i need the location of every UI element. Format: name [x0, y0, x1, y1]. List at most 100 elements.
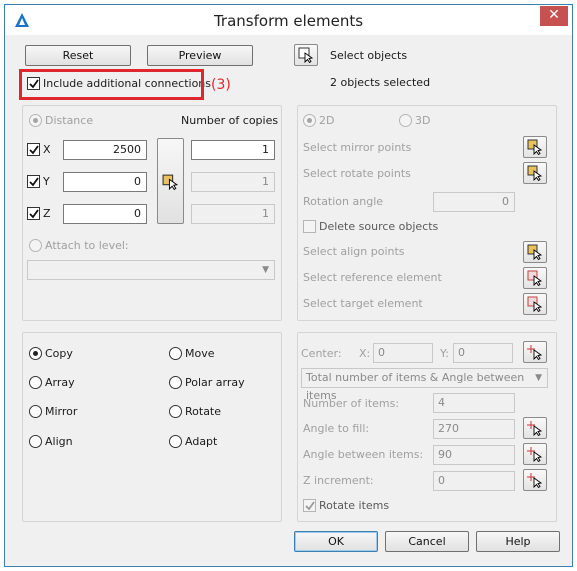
rotate-label: Rotate	[185, 405, 222, 418]
center-x-input[interactable]: 0	[373, 343, 433, 363]
transform-elements-dialog: Transform elements ✕ Reset Preview Selec…	[4, 4, 573, 567]
window-title: Transform elements	[213, 12, 364, 30]
angle-to-fill-input[interactable]: 270	[433, 419, 515, 439]
annotation-number: (3)	[211, 77, 231, 93]
checkmark-icon	[29, 209, 39, 219]
attach-to-level-radio[interactable]	[29, 239, 42, 252]
attach-level-select[interactable]: ▼	[27, 260, 275, 280]
z-increment-label: Z increment:	[303, 474, 374, 487]
x-distance-input[interactable]: 2500	[63, 140, 147, 160]
rotation-angle-label: Rotation angle	[303, 195, 384, 208]
angle-to-fill-label: Angle to fill:	[303, 422, 370, 435]
rotate-items-label: Rotate items	[319, 499, 390, 512]
pick-point-icon	[527, 244, 543, 260]
mode-3d-label: 3D	[415, 114, 431, 127]
checkmark-icon	[29, 145, 39, 155]
delete-source-checkbox[interactable]	[303, 220, 316, 233]
mirror-label: Mirror	[45, 405, 78, 418]
mode-2d-label: 2D	[319, 114, 335, 127]
align-label: Align	[45, 435, 73, 448]
reset-button[interactable]: Reset	[25, 45, 131, 66]
chevron-down-icon: ▼	[262, 265, 269, 275]
polar-array-label: Polar array	[185, 376, 245, 389]
distance-label: Distance	[45, 114, 94, 127]
rotate-items-checkbox[interactable]	[303, 499, 316, 512]
crosshair-cursor-icon	[527, 345, 543, 360]
z-distance-input[interactable]: 0	[63, 204, 147, 224]
crosshair-cursor-icon	[527, 473, 543, 488]
select-target-element-label: Select target element	[303, 297, 423, 310]
highlight-box	[19, 69, 204, 100]
adapt-radio[interactable]	[169, 435, 182, 448]
adapt-label: Adapt	[185, 435, 218, 448]
number-of-items-label: Number of items:	[303, 397, 400, 410]
move-radio[interactable]	[169, 347, 182, 360]
polar-mode-select[interactable]: Total number of items & Angle between it…	[301, 368, 548, 402]
chevron-down-icon: ▼	[535, 373, 542, 383]
rotate-radio[interactable]	[169, 405, 182, 418]
y-distance-input[interactable]: 0	[63, 172, 147, 192]
number-of-items-input[interactable]: 4	[433, 393, 515, 413]
x-checkbox[interactable]	[27, 143, 40, 156]
x-label: X	[43, 143, 51, 156]
pick-center-button[interactable]	[523, 341, 547, 363]
array-label: Array	[45, 376, 75, 389]
select-target-element-button[interactable]	[523, 293, 547, 315]
select-align-points-label: Select align points	[303, 245, 405, 258]
center-y-input[interactable]: 0	[453, 343, 513, 363]
pick-element-icon	[527, 296, 543, 312]
mirror-rotate-panel	[297, 105, 557, 321]
crosshair-cursor-icon	[527, 447, 543, 462]
z-label: Z	[43, 207, 51, 220]
crosshair-cursor-icon	[527, 421, 543, 436]
select-reference-element-button[interactable]	[523, 267, 547, 289]
array-radio[interactable]	[29, 376, 42, 389]
delete-source-label: Delete source objects	[319, 220, 439, 233]
y-copies-input[interactable]: 1	[191, 172, 275, 192]
polar-array-radio[interactable]	[169, 376, 182, 389]
number-of-copies-label: Number of copies	[181, 114, 279, 127]
angle-between-items-input[interactable]: 90	[433, 445, 515, 465]
distance-radio[interactable]	[29, 114, 42, 127]
y-checkbox[interactable]	[27, 175, 40, 188]
select-mirror-points-button[interactable]	[523, 136, 547, 158]
pick-angle-between-button[interactable]	[523, 443, 547, 465]
help-button[interactable]: Help	[476, 531, 560, 552]
align-radio[interactable]	[29, 435, 42, 448]
z-copies-input[interactable]: 1	[191, 204, 275, 224]
center-y-label: Y:	[440, 347, 449, 360]
operations-panel	[22, 332, 282, 522]
pick-distance-button[interactable]	[157, 138, 184, 224]
select-reference-element-label: Select reference element	[303, 271, 442, 284]
pick-angle-to-fill-button[interactable]	[523, 417, 547, 439]
select-objects-label: Select objects	[330, 49, 408, 62]
checkmark-icon	[305, 501, 315, 511]
attach-to-level-label: Attach to level:	[45, 239, 129, 252]
mirror-radio[interactable]	[29, 405, 42, 418]
copy-radio[interactable]	[29, 347, 42, 360]
y-label: Y	[43, 175, 50, 188]
angle-between-items-label: Angle between items:	[303, 448, 424, 461]
ok-button[interactable]: OK	[294, 531, 378, 552]
checkmark-icon	[29, 177, 39, 187]
center-x-label: X:	[359, 347, 371, 360]
z-increment-input[interactable]: 0	[433, 471, 515, 491]
pick-z-increment-button[interactable]	[523, 469, 547, 491]
close-button[interactable]: ✕	[540, 6, 568, 26]
pick-point-icon	[162, 174, 179, 190]
rotation-angle-input[interactable]: 0	[433, 192, 515, 212]
cancel-button[interactable]: Cancel	[385, 531, 469, 552]
objects-selected-status: 2 objects selected	[330, 76, 431, 89]
preview-button[interactable]: Preview	[147, 45, 253, 66]
x-copies-input[interactable]: 1	[191, 140, 275, 160]
title-bar[interactable]: Transform elements ✕	[5, 5, 572, 35]
select-rotate-points-button[interactable]	[523, 162, 547, 184]
z-checkbox[interactable]	[27, 207, 40, 220]
move-label: Move	[185, 347, 215, 360]
select-align-points-button[interactable]	[523, 241, 547, 263]
mode-3d-radio[interactable]	[399, 114, 412, 127]
mode-2d-radio[interactable]	[303, 114, 316, 127]
select-mirror-points-label: Select mirror points	[303, 141, 412, 154]
select-objects-button[interactable]	[294, 44, 318, 66]
pick-element-icon	[527, 270, 543, 286]
